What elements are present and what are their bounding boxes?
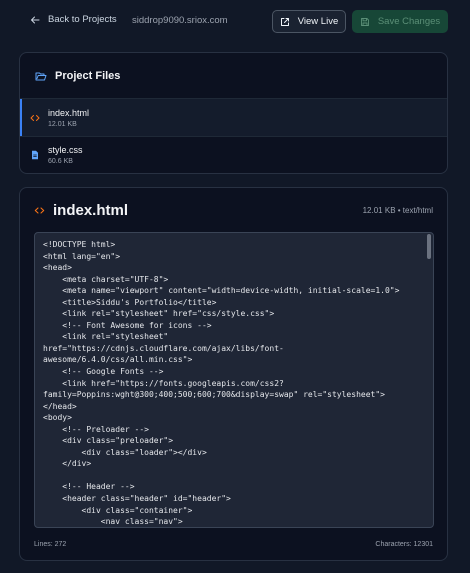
code-line: <link rel="stylesheet" href="css/style.c… bbox=[43, 309, 275, 319]
file-info: index.html 12.01 KB bbox=[48, 108, 89, 128]
code-line: awesome/6.4.0/css/all.min.css"> bbox=[43, 355, 193, 365]
code-line: <meta name="viewport" content="width=dev… bbox=[43, 286, 400, 296]
save-changes-button[interactable]: Save Changes bbox=[352, 10, 448, 33]
project-files-title: Project Files bbox=[55, 69, 121, 82]
scrollbar-thumb[interactable] bbox=[427, 234, 431, 259]
external-link-icon bbox=[280, 17, 289, 26]
code-line: <div class="preloader"> bbox=[43, 436, 174, 446]
file-item-style-css[interactable]: style.css 60.6 KB bbox=[20, 136, 447, 173]
file-name: index.html bbox=[48, 107, 90, 118]
character-count: Characters: 12301 bbox=[375, 541, 433, 548]
code-content[interactable]: <!DOCTYPE html> <html lang="en"> <head> <m… bbox=[43, 239, 423, 527]
code-line: <meta charset="UTF-8"> bbox=[43, 274, 169, 284]
code-line: <div class="loader"></div> bbox=[43, 447, 207, 457]
code-line: <!-- Font Awesome for icons --> bbox=[43, 320, 212, 330]
code-line: <div class="container"> bbox=[43, 505, 193, 515]
back-to-projects-link[interactable]: Back to Projects bbox=[30, 14, 117, 25]
line-count: Lines: 272 bbox=[34, 541, 67, 548]
view-live-button[interactable]: View Live bbox=[272, 10, 346, 33]
code-line: </div> bbox=[43, 459, 92, 469]
code-line: <head> bbox=[43, 263, 72, 273]
code-line: <body> bbox=[43, 413, 72, 423]
back-label: Back to Projects bbox=[48, 14, 117, 25]
top-bar: Back to Projects siddrop9090.sriox.com V… bbox=[0, 0, 470, 44]
file-item-index-html[interactable]: index.html 12.01 KB bbox=[20, 99, 447, 136]
arrow-left-icon bbox=[31, 16, 40, 23]
project-files-header: Project Files bbox=[20, 53, 447, 99]
code-line: <!-- Header --> bbox=[43, 482, 135, 492]
file-size: 60.6 KB bbox=[48, 158, 73, 165]
file-meta: 12.01 KB • text/html bbox=[362, 206, 433, 215]
save-label: Save Changes bbox=[377, 16, 441, 27]
file-name: style.css bbox=[48, 145, 83, 155]
site-url: siddrop9090.sriox.com bbox=[132, 15, 228, 26]
code-icon bbox=[34, 207, 45, 214]
code-line: family=Poppins:wght@300;400;500;600;700&… bbox=[43, 390, 385, 400]
file-icon bbox=[30, 150, 40, 160]
file-info: style.css 60.6 KB bbox=[48, 145, 83, 165]
code-line: href="https://cdnjs.cloudflare.com/ajax/… bbox=[43, 343, 284, 353]
view-live-label: View Live bbox=[297, 16, 339, 27]
code-line: <link rel="stylesheet" bbox=[43, 332, 169, 342]
code-line: <title>Siddu's Portfolio</title> bbox=[43, 297, 217, 307]
editor-header: index.html bbox=[34, 202, 128, 219]
code-line: <header class="header" id="header"> bbox=[43, 494, 231, 504]
code-icon bbox=[30, 113, 40, 123]
project-files-panel: Project Files index.html 12.01 KB style.… bbox=[19, 52, 448, 174]
file-size: 12.01 KB bbox=[48, 120, 77, 128]
folder-open-icon bbox=[35, 72, 47, 80]
code-editor-panel: index.html 12.01 KB • text/html <!DOCTYP… bbox=[19, 187, 448, 561]
code-line: </head> bbox=[43, 401, 77, 411]
code-line: <!-- Google Fonts --> bbox=[43, 367, 164, 377]
code-line: <!-- Preloader --> bbox=[43, 424, 149, 434]
code-textarea[interactable]: <!DOCTYPE html> <html lang="en"> <head> <m… bbox=[34, 232, 434, 528]
save-icon bbox=[360, 17, 369, 26]
editor-filename: index.html bbox=[53, 202, 129, 219]
code-line: <!DOCTYPE html> bbox=[43, 240, 116, 249]
code-line: <link href="https://fonts.googleapis.com… bbox=[43, 378, 284, 388]
code-line: <html lang="en"> bbox=[43, 251, 121, 261]
code-line: <nav class="nav"> bbox=[43, 517, 183, 527]
